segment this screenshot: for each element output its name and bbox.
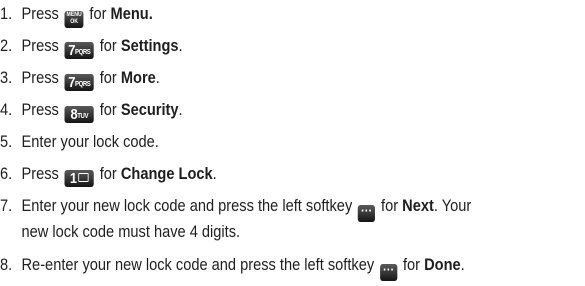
menu-ok-key-icon: MENU OK [64,11,84,28]
step-number: 1. [0,4,13,23]
left-softkey-icon: ··· [358,204,376,222]
envelope-icon [78,173,89,182]
step-text: Press [21,68,59,87]
step-number: 7. [0,196,13,215]
step-number: 8. [0,255,13,274]
step-target: Next [402,196,434,215]
step-text: Enter your new lock code and press the l… [21,196,353,215]
step-text-continued: new lock code must have 4 digits. [21,222,241,241]
key-7-pqrs-icon: 7PQRS [64,42,94,59]
step-text: Re-enter your new lock code and press th… [21,255,375,274]
instruction-list: 1. Press MENU OK for Menu. 2. Press 7PQRS… [0,0,585,286]
step-target: More [120,68,156,87]
step-number: 4. [0,100,13,119]
step-number: 3. [0,68,13,87]
key-1-voicemail-icon: 1 [64,170,94,187]
step-text: Press [21,100,59,119]
left-softkey-icon: ··· [379,263,398,281]
step-text: Press [21,164,59,183]
step-text: Press [21,4,59,23]
step-number: 2. [0,36,13,55]
step-target: Settings [120,36,179,55]
key-8-tuv-icon: 8TUV [64,106,94,123]
step-number: 6. [0,164,13,183]
step-text: Press [21,36,59,55]
step-target: Done [424,255,461,274]
step-text: Enter your lock code. [21,132,159,151]
step-target: Change Lock [120,164,213,183]
step-number: 5. [0,132,13,151]
step-target: Security [120,100,179,119]
step-target: Menu. [110,4,153,23]
key-7-pqrs-icon: 7PQRS [64,74,94,91]
